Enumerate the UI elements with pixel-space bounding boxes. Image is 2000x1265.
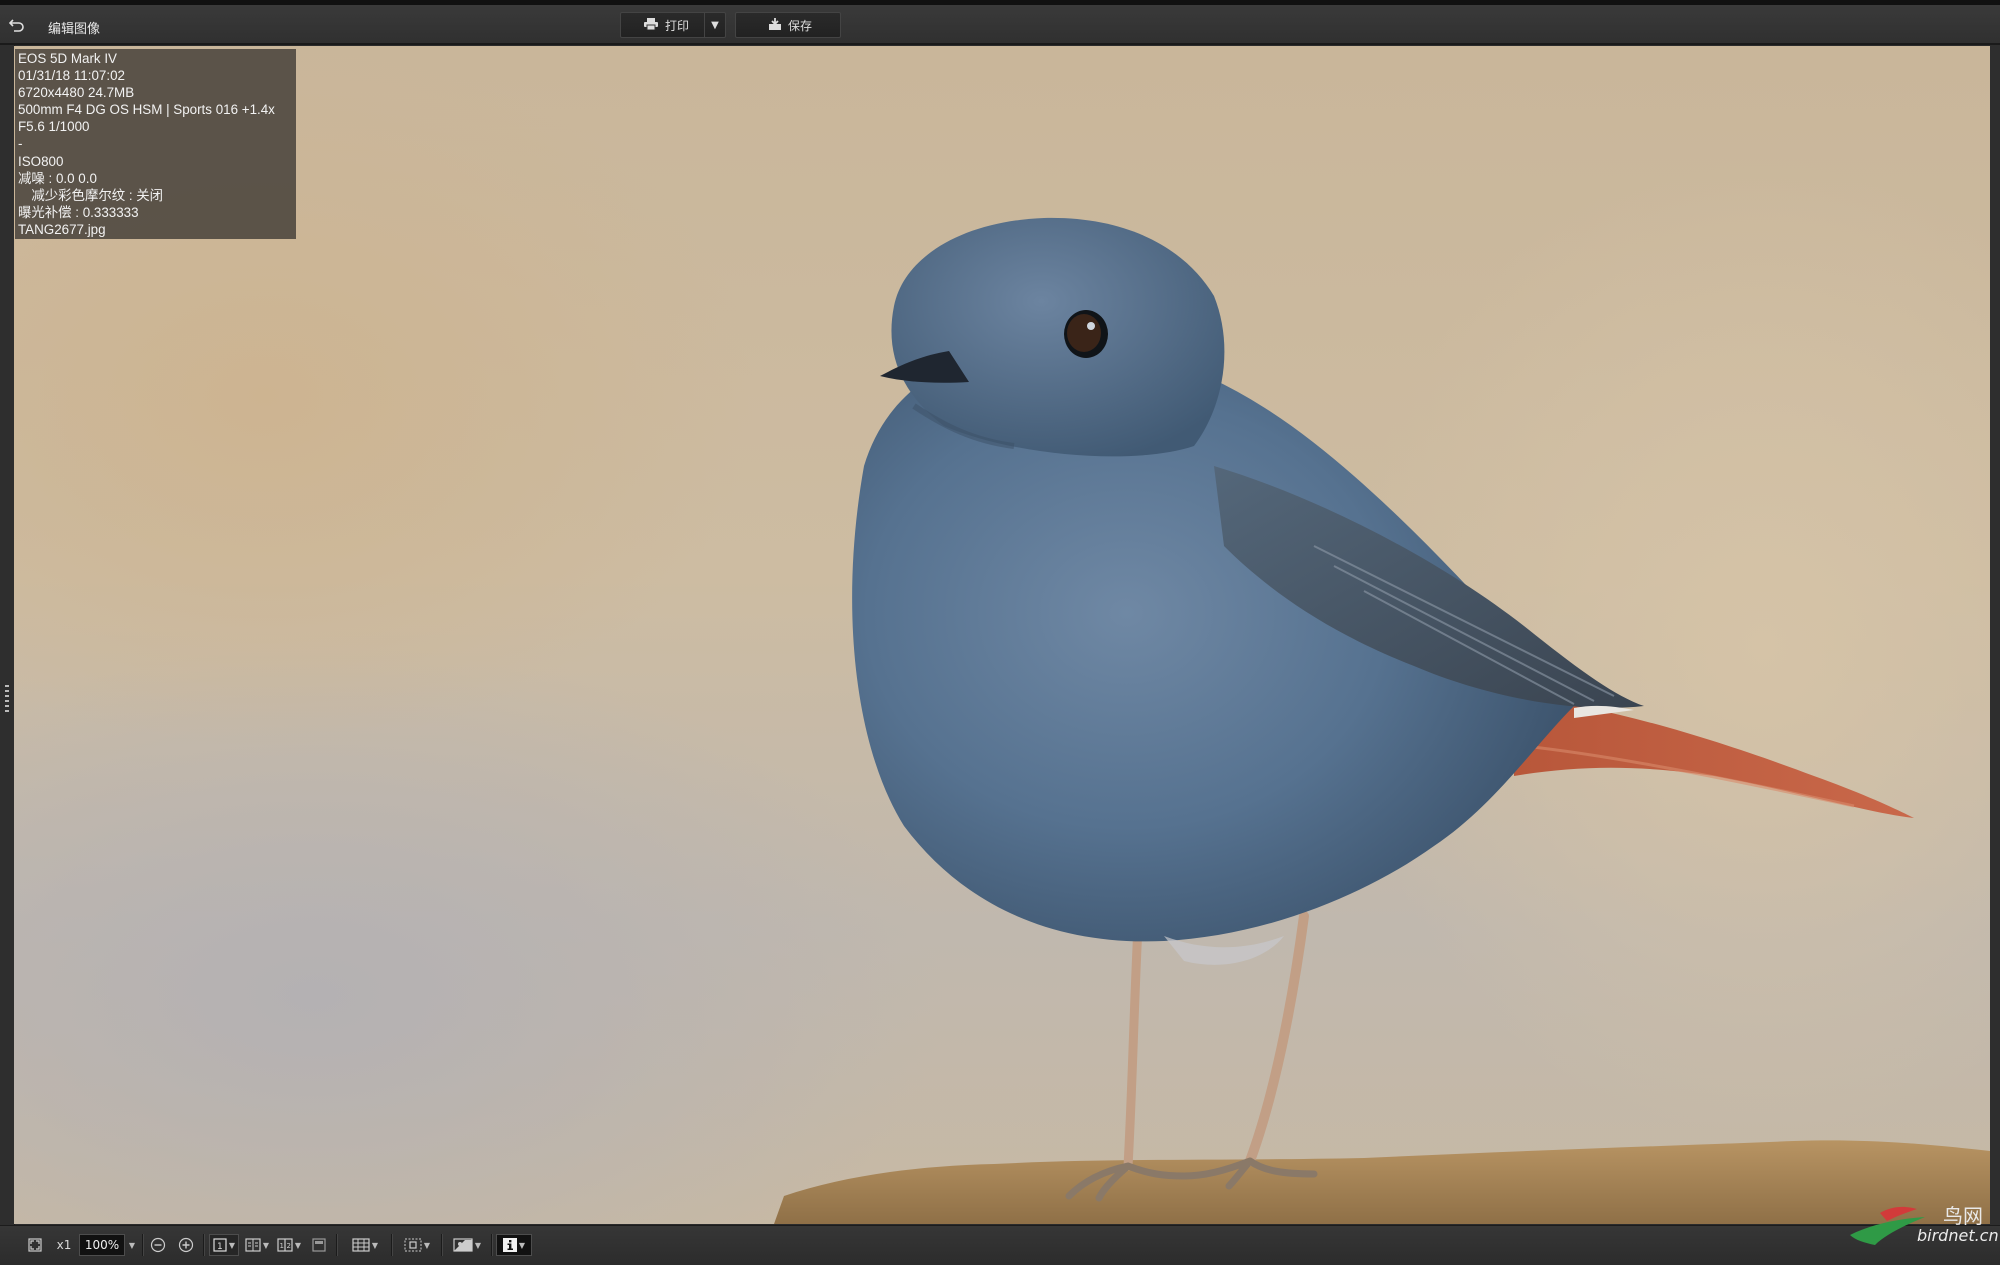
info-camera: EOS 5D Mark IV bbox=[18, 51, 117, 66]
info-toggle-button[interactable]: ▼ bbox=[496, 1234, 532, 1256]
compare-view-icon bbox=[245, 1238, 261, 1252]
divider bbox=[336, 1234, 338, 1256]
zoom-in-icon bbox=[178, 1237, 194, 1253]
magnify-label: x1 bbox=[56, 1238, 72, 1252]
info-iso: ISO800 bbox=[18, 153, 64, 169]
watermark-url: birdnet.cn bbox=[1917, 1226, 1999, 1245]
save-label: 保存 bbox=[788, 18, 813, 33]
zoom-in-button[interactable] bbox=[176, 1234, 196, 1256]
save-button[interactable]: 保存 bbox=[735, 12, 841, 38]
back-icon[interactable] bbox=[6, 15, 28, 35]
birdnet-watermark: 鸟网 birdnet.cn bbox=[1845, 1195, 1999, 1251]
compare-view-button[interactable]: ▼ bbox=[243, 1234, 271, 1256]
full-view-button[interactable] bbox=[309, 1234, 329, 1256]
divider bbox=[491, 1234, 493, 1256]
info-dimensions: 6720x4480 24.7MB bbox=[18, 85, 135, 101]
watermark-cn: 鸟网 bbox=[1943, 1204, 1983, 1228]
info-filename: TANG2677.jpg bbox=[18, 221, 106, 237]
save-icon bbox=[768, 17, 782, 34]
fit-to-window-button[interactable] bbox=[25, 1234, 45, 1256]
image-info-overlay: EOS 5D Mark IV 01/31/18 11:07:02 6720x44… bbox=[15, 49, 296, 239]
af-point-icon bbox=[404, 1238, 422, 1252]
highlight-warning-icon bbox=[453, 1238, 473, 1252]
single-view-icon: 1 bbox=[213, 1238, 227, 1252]
layout-icon bbox=[312, 1238, 326, 1252]
info-exposure: F5.6 1/1000 bbox=[18, 119, 90, 135]
grid-overlay-button[interactable]: ▼ bbox=[345, 1234, 385, 1256]
fit-screen-icon bbox=[28, 1238, 42, 1252]
right-panel-edge bbox=[1990, 45, 2000, 1225]
divider bbox=[142, 1234, 144, 1256]
split-view-button[interactable]: 1 2 ▼ bbox=[275, 1234, 303, 1256]
bird-photo bbox=[774, 217, 1990, 1224]
magnify-x1-button[interactable]: x1 bbox=[52, 1234, 76, 1256]
zoom-out-button[interactable] bbox=[148, 1234, 168, 1256]
grid-icon bbox=[352, 1238, 370, 1252]
divider bbox=[441, 1234, 443, 1256]
zoom-out-icon bbox=[150, 1237, 166, 1253]
window-title: 编辑图像 bbox=[48, 22, 101, 37]
top-toolbar: 编辑图像 打印 ▼ 保存 bbox=[0, 0, 2000, 45]
info-datetime: 01/31/18 11:07:02 bbox=[18, 68, 125, 84]
info-moire: 减少彩色摩尔纹 : 关闭 bbox=[18, 187, 164, 203]
print-label: 打印 bbox=[665, 18, 690, 33]
divider bbox=[203, 1234, 205, 1256]
info-dash: - bbox=[18, 136, 23, 152]
info-lens: 500mm F4 DG OS HSM | Sports 016 +1.4x bbox=[18, 102, 275, 118]
panel-resize-handle[interactable] bbox=[5, 685, 9, 713]
af-point-button[interactable]: ▼ bbox=[398, 1234, 436, 1256]
zoom-dropdown-chevron-icon[interactable]: ▼ bbox=[125, 1234, 137, 1256]
info-noise-reduction: 减噪 : 0.0 0.0 bbox=[18, 170, 97, 186]
split-view-icon: 1 2 bbox=[277, 1238, 293, 1252]
divider bbox=[391, 1234, 393, 1256]
zoom-level-field[interactable]: 100% bbox=[79, 1234, 125, 1256]
single-view-button[interactable]: 1 ▼ bbox=[209, 1234, 239, 1256]
print-dropdown-chevron-icon[interactable]: ▼ bbox=[704, 13, 725, 37]
info-exposure-comp: 曝光补偿 : 0.333333 bbox=[18, 204, 139, 220]
highlight-warning-button[interactable]: ▼ bbox=[448, 1234, 486, 1256]
print-button[interactable]: 打印 ▼ bbox=[620, 12, 726, 38]
info-icon bbox=[502, 1238, 517, 1252]
svg-text:1: 1 bbox=[217, 1242, 223, 1252]
svg-text:2: 2 bbox=[286, 1242, 290, 1250]
image-viewer[interactable] bbox=[14, 46, 1990, 1224]
undo-arrow-icon bbox=[9, 19, 24, 32]
bottom-toolbar: x1 100% ▼ 1 ▼ ▼ 1 2 ▼ ▼ ▼ ▼ ▼ bbox=[0, 1225, 2000, 1265]
left-panel-edge bbox=[0, 45, 15, 1225]
svg-text:1: 1 bbox=[279, 1242, 283, 1250]
printer-icon bbox=[643, 17, 659, 33]
